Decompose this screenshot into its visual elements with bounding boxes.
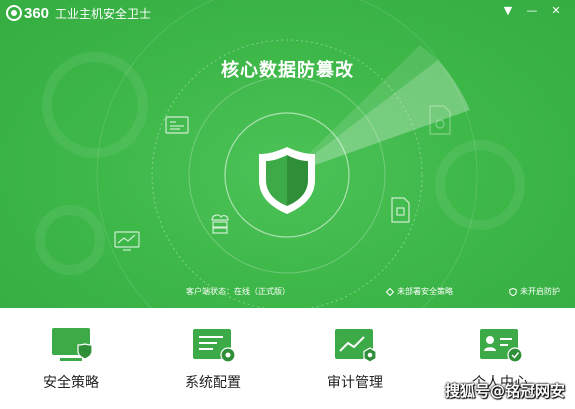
menu-item-system-config[interactable]: 系统配置 [148,308,278,409]
deploy-status-link[interactable]: 未部署安全策略 [386,286,453,297]
app-logo: 360 [6,5,49,22]
radar-graphic [35,0,525,308]
minimize-button[interactable]: — [525,3,539,19]
id-card-icon [165,116,189,134]
status-bar: 客户端状态：在线（正式版） 未部署安全策略 未开启防护 [0,284,575,300]
client-status-text: 客户端状态：在线（正式版） [186,287,290,296]
small-shield-icon [509,287,517,296]
monitor-shield-icon [52,328,93,361]
window-controls: ▼ — ✕ [501,3,563,19]
document-box-icon [391,197,410,223]
feature-headline: 核心数据防篡改 [221,60,354,81]
close-button[interactable]: ✕ [549,3,563,19]
logo-text: 360 [24,4,50,22]
cloud-server-icon [211,214,229,234]
audit-chart-icon [335,329,377,363]
config-gear-icon [193,329,236,363]
policy-diamond-icon [386,287,394,296]
app-title: 工业主机安全卫士 [55,6,152,21]
app-window: 360 工业主机安全卫士 ▼ — ✕ 核心数据防篡改 客户端状态：在线（正式版）… [0,0,575,409]
menu-label: 系统配置 [185,375,241,391]
title-bar: 360 工业主机安全卫士 ▼ — ✕ [0,0,575,26]
menu-label: 审计管理 [327,375,383,391]
protect-status-text: 未开启防护 [520,287,560,296]
monitor-chart-icon [114,231,140,251]
menu-label: 安全策略 [43,375,99,391]
menu-item-security-policy[interactable]: 安全策略 [6,308,136,409]
menu-dropdown-icon[interactable]: ▼ [501,3,515,19]
shield-icon [259,147,315,214]
watermark-text: 搜狐号@铭冠网安 [444,382,565,400]
protect-status-link[interactable]: 未开启防护 [509,286,560,297]
menu-item-audit-management[interactable]: 审计管理 [290,308,420,409]
user-card-icon [480,329,523,363]
deploy-status-text: 未部署安全策略 [397,287,453,296]
main-menu: 安全策略 系统配置 审计管理 个人中心 搜狐号@铭冠网安 [0,308,575,409]
logo-circle-icon [6,5,22,21]
hero-panel: 360 工业主机安全卫士 ▼ — ✕ 核心数据防篡改 客户端状态：在线（正式版）… [0,0,575,308]
